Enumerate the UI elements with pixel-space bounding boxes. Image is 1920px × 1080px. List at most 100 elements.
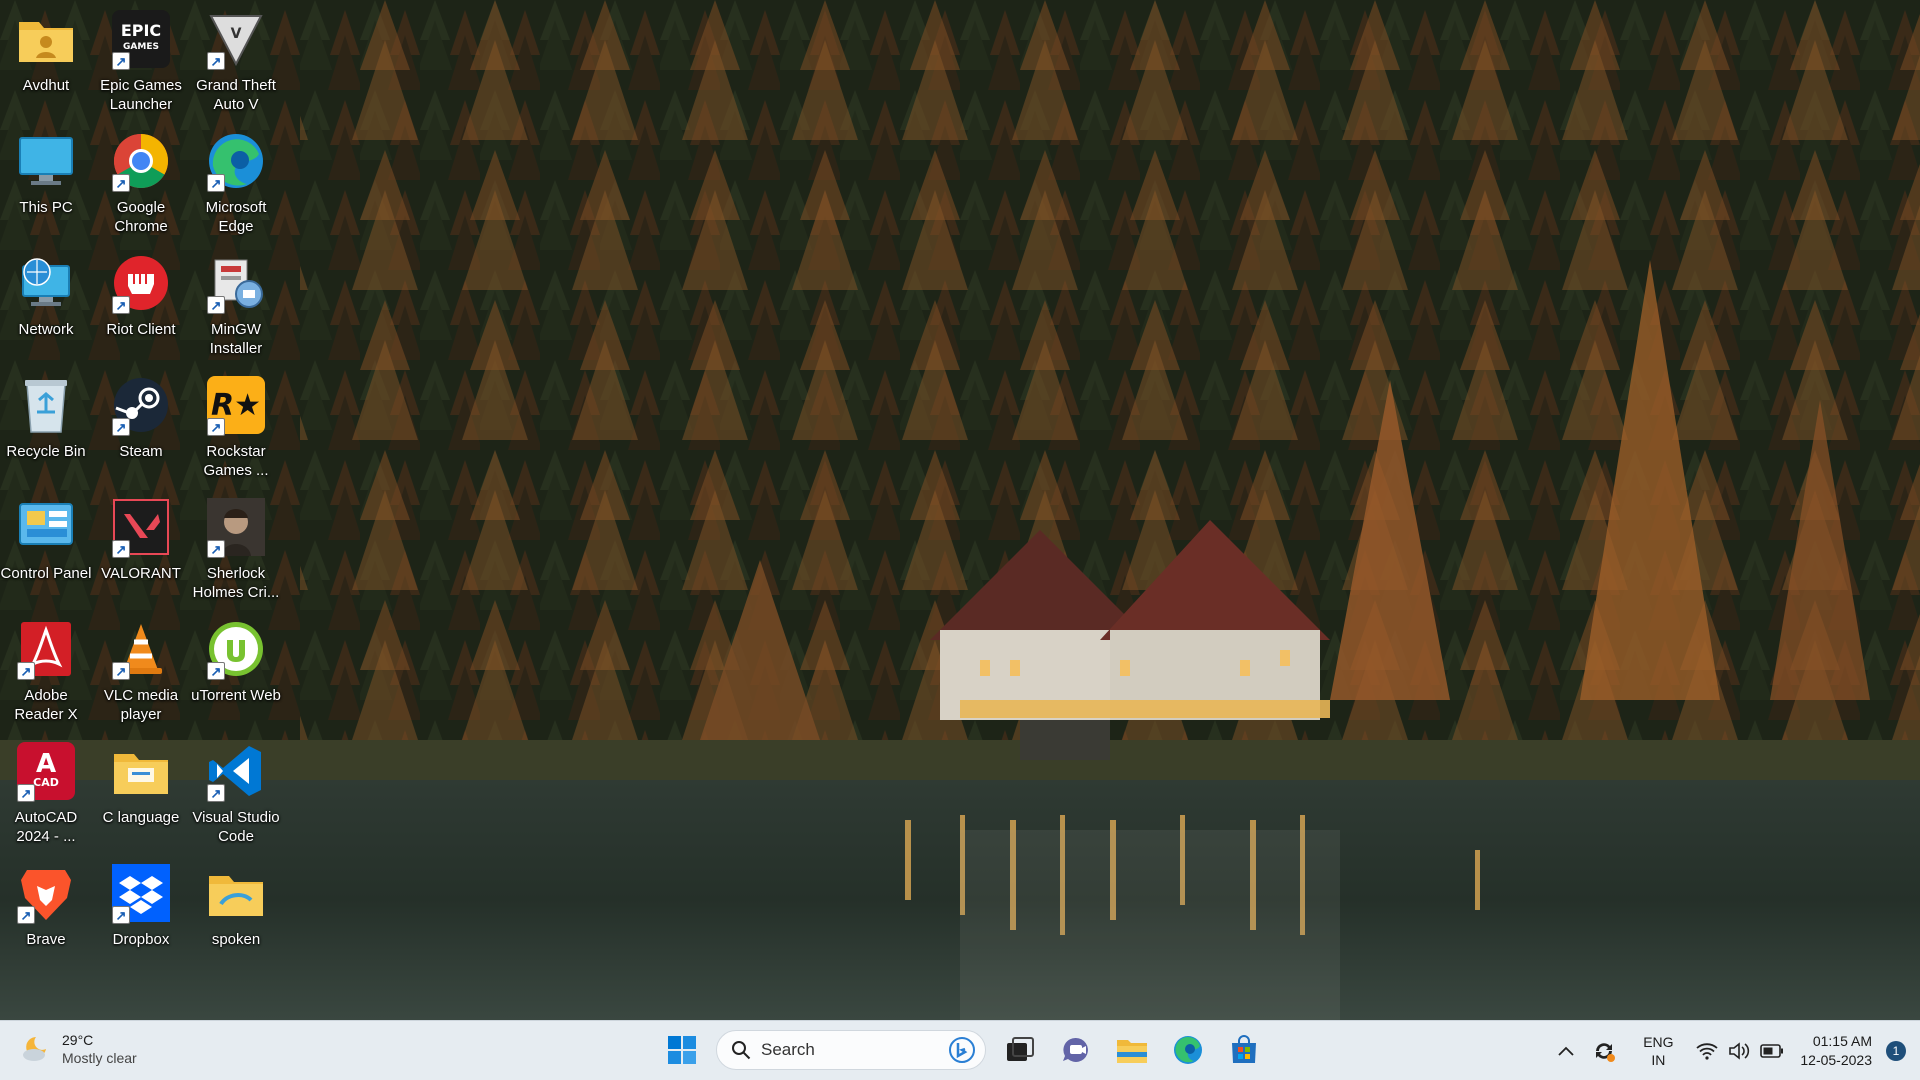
weather-widget[interactable]: 29°C Mostly clear (20, 1031, 137, 1067)
clock-time: 01:15 AM (1812, 1033, 1872, 1049)
wifi-icon (1696, 1043, 1718, 1060)
folder-icon (205, 862, 267, 924)
desktop-icon-brave[interactable]: ↗ Brave (0, 854, 92, 972)
icon-label: Visual Studio Code (192, 809, 280, 845)
desktop-icon-epic-games[interactable]: EPIC GAMES ↗ Epic Games Launcher (95, 0, 187, 118)
icon-label: MinGW Installer (209, 321, 263, 357)
icon-label: Brave (26, 931, 66, 948)
desktop-icon-autocad[interactable]: A CAD ↗ AutoCAD 2024 - ... (0, 732, 92, 850)
desktop-icon-adobe-reader[interactable]: ↗ Adobe Reader X (0, 610, 92, 728)
desktop-icon-network[interactable]: Network (0, 244, 92, 362)
quick-settings-button[interactable] (1692, 1021, 1788, 1080)
desktop-icon-this-pc[interactable]: This PC (0, 122, 92, 240)
control-panel-icon (15, 496, 77, 558)
rockstar-icon: R★ ↗ (205, 374, 267, 436)
icon-label: VLC media player (103, 687, 179, 723)
autocad-icon: A CAD ↗ (15, 740, 77, 802)
desktop-icon-dropbox[interactable]: ↗ Dropbox (95, 854, 187, 972)
icon-label: AutoCAD 2024 - ... (14, 809, 78, 845)
brave-lion-icon: ↗ (15, 862, 77, 924)
icon-label: Dropbox (112, 931, 170, 948)
moon-cloud-icon (23, 1037, 46, 1061)
file-explorer-button[interactable] (1110, 1027, 1154, 1073)
icon-label: Microsoft Edge (205, 199, 267, 235)
edge-icon: ↗ (205, 130, 267, 192)
microsoft-store-button[interactable] (1222, 1027, 1266, 1073)
search-placeholder: Search (761, 1040, 815, 1059)
sync-status-button[interactable] (1584, 1021, 1624, 1080)
shortcut-arrow-icon: ↗ (112, 296, 130, 314)
desktop-icon-recycle-bin[interactable]: Recycle Bin (0, 366, 92, 484)
icon-label: Rockstar Games ... (203, 443, 269, 479)
show-hidden-icons-button[interactable] (1548, 1021, 1584, 1080)
notification-count-badge[interactable]: 1 (1886, 1041, 1906, 1061)
shortcut-arrow-icon: ↗ (207, 296, 225, 314)
utorrent-icon: ↗ (205, 618, 267, 680)
desktop-icons: Avdhut EPIC GAMES ↗ Epic Games Launcher V… (0, 0, 300, 1020)
desktop-icon-steam[interactable]: ↗ Steam (95, 366, 187, 484)
icon-label: Control Panel (0, 565, 92, 582)
desktop-icon-control-panel[interactable]: Control Panel (0, 488, 92, 606)
desktop-icon-edge[interactable]: ↗ Microsoft Edge (190, 122, 282, 240)
desktop-icon-chrome[interactable]: ↗ Google Chrome (95, 122, 187, 240)
shortcut-arrow-icon: ↗ (207, 52, 225, 70)
valorant-icon: ↗ (110, 496, 172, 558)
edge-icon (1174, 1036, 1202, 1064)
shortcut-arrow-icon: ↗ (112, 418, 130, 436)
task-view-button[interactable] (998, 1027, 1042, 1073)
gta-v-icon: V ↗ (205, 8, 267, 70)
icon-label: Avdhut (22, 77, 70, 94)
desktop-icon-vlc[interactable]: ↗ VLC media player (95, 610, 187, 728)
clock-date-button[interactable]: 01:15 AM 12-05-2023 (1800, 1032, 1872, 1070)
system-tray: ENG IN 01:15 AM 12-05-2023 1 (1548, 1021, 1920, 1080)
epic-games-icon: EPIC GAMES ↗ (110, 8, 172, 70)
start-button[interactable] (660, 1027, 704, 1073)
desktop-icon-c-language[interactable]: C language (95, 732, 187, 850)
adobe-reader-icon: ↗ (15, 618, 77, 680)
vlc-cone-icon: ↗ (110, 618, 172, 680)
taskbar-search-box[interactable]: Search (716, 1030, 986, 1070)
language-secondary: IN (1651, 1052, 1666, 1068)
desktop-icon-sherlock-holmes[interactable]: ↗ Sherlock Holmes Cri... (190, 488, 282, 606)
icon-label: Adobe Reader X (14, 687, 78, 723)
chevron-up-icon (1558, 1046, 1575, 1056)
desktop-icon-spoken[interactable]: spoken (190, 854, 282, 972)
icon-label: Grand Theft Auto V (196, 77, 276, 113)
desktop-icon-mingw[interactable]: ↗ MinGW Installer (190, 244, 282, 362)
desktop-icon-utorrent[interactable]: ↗ uTorrent Web (190, 610, 282, 728)
desktop-icon-riot-client[interactable]: ↗ Riot Client (95, 244, 187, 362)
input-language-indicator[interactable]: ENG IN (1636, 1033, 1680, 1069)
edge-taskbar-button[interactable] (1166, 1027, 1210, 1073)
icon-label: VALORANT (101, 565, 181, 582)
shortcut-arrow-icon: ↗ (207, 662, 225, 680)
chrome-icon: ↗ (110, 130, 172, 192)
icon-label: Recycle Bin (6, 443, 86, 460)
shortcut-arrow-icon: ↗ (207, 784, 225, 802)
sync-icon (1596, 1043, 1616, 1062)
bing-icon[interactable] (949, 1037, 975, 1063)
file-explorer-icon (1117, 1040, 1147, 1063)
icon-label: Riot Client (106, 321, 176, 338)
icon-label: uTorrent Web (191, 687, 281, 704)
network-globe-icon (15, 252, 77, 314)
battery-icon (1760, 1044, 1784, 1058)
volume-icon (1729, 1042, 1750, 1060)
folder-icon (110, 740, 172, 802)
weather-condition: Mostly clear (62, 1050, 137, 1066)
teams-chat-icon (1063, 1037, 1088, 1062)
desktop-icon-gta-v[interactable]: V ↗ Grand Theft Auto V (190, 0, 282, 118)
start-windows-icon (668, 1036, 696, 1064)
desktop-icon-valorant[interactable]: ↗ VALORANT (95, 488, 187, 606)
desktop-icon-avdhut[interactable]: Avdhut (0, 0, 92, 118)
weather-temperature: 29°C (62, 1032, 94, 1048)
folder-user-icon (15, 8, 77, 70)
icon-label: Google Chrome (114, 199, 168, 235)
teams-chat-button[interactable] (1054, 1027, 1098, 1073)
shortcut-arrow-icon: ↗ (207, 174, 225, 192)
shortcut-arrow-icon: ↗ (112, 662, 130, 680)
desktop-icon-rockstar[interactable]: R★ ↗ Rockstar Games ... (190, 366, 282, 484)
task-view-icon (1007, 1037, 1034, 1061)
svg-text:V: V (231, 26, 242, 42)
shortcut-arrow-icon: ↗ (17, 906, 35, 924)
desktop-icon-vscode[interactable]: ↗ Visual Studio Code (190, 732, 282, 850)
